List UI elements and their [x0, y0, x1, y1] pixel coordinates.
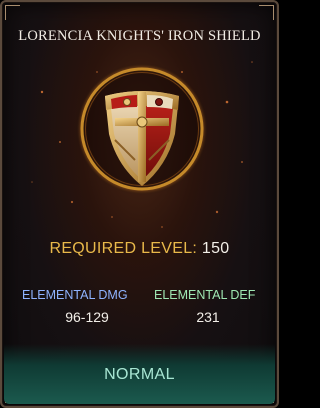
required-level-value: 150 [201, 240, 230, 257]
required-level: REQUIRED LEVEL: 150 [2, 240, 277, 258]
kite-shield-icon [76, 63, 208, 195]
item-icon-frame [75, 62, 209, 196]
item-tooltip-card: LORENCIA KNIGHTS' IRON SHIELD REQUIRED L… [0, 0, 279, 408]
elemental-dmg-label: ELEMENTAL DMG [22, 288, 128, 302]
elemental-def-label: ELEMENTAL DEF [154, 288, 256, 302]
item-grade: NORMAL [104, 366, 175, 383]
elemental-def-value: 231 [196, 309, 220, 325]
item-name: LORENCIA KNIGHTS' IRON SHIELD [18, 28, 261, 44]
required-level-label: REQUIRED LEVEL: [49, 240, 198, 257]
elemental-dmg-value: 96-129 [65, 309, 109, 325]
